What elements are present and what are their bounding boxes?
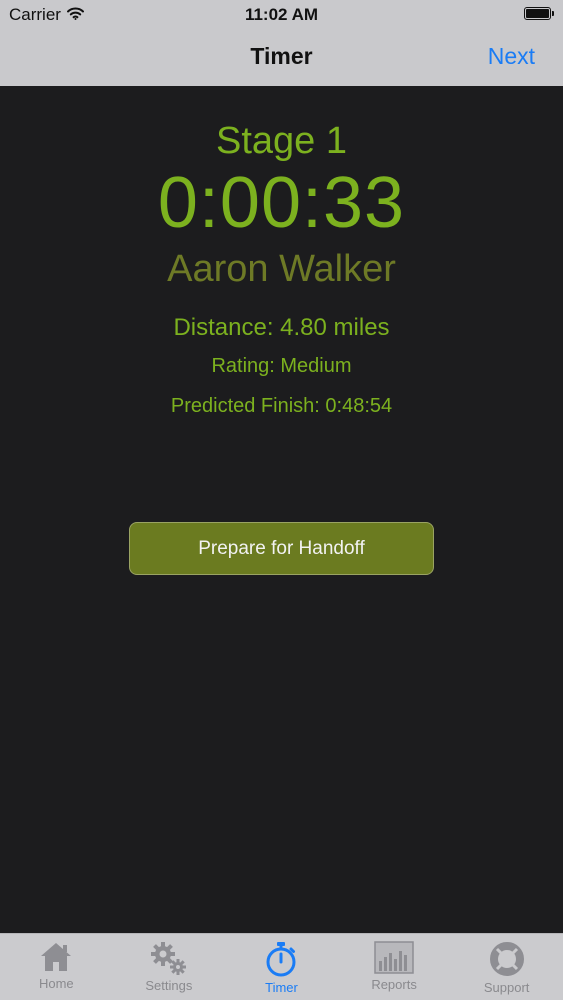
distance-text: Distance: 4.80 miles — [173, 314, 390, 341]
runner-name: Aaron Walker — [167, 248, 396, 290]
tab-label-reports: Reports — [371, 977, 417, 992]
battery-icon — [524, 7, 554, 20]
bar-chart-icon — [374, 941, 414, 974]
tab-home[interactable]: Home — [0, 934, 113, 1000]
rating-text: Rating: Medium — [211, 355, 352, 377]
tab-reports[interactable]: Reports — [338, 934, 451, 1000]
stage-label: Stage 1 — [216, 120, 347, 162]
predicted-finish-text: Predicted Finish: 0:48:54 — [170, 395, 393, 417]
lifebuoy-icon — [489, 942, 524, 976]
tab-bar: Home Settings Timer Reports Support — [0, 933, 563, 1000]
page-title: Timer — [250, 43, 313, 69]
stopwatch-icon — [266, 942, 296, 977]
tab-label-support: Support — [483, 980, 530, 995]
prepare-handoff-button[interactable]: Prepare for Handoff — [129, 522, 434, 575]
tab-settings[interactable]: Settings — [113, 934, 226, 1000]
status-time: 11:02 AM — [244, 5, 319, 24]
status-bar: Carrier 11:02 AM — [0, 0, 563, 30]
timer-panel: Stage 1 0:00:33 Aaron Walker Distance: 4… — [0, 86, 563, 933]
top-header: Carrier 11:02 AM Timer Next — [0, 0, 563, 86]
tab-label-settings: Settings — [145, 978, 193, 993]
tab-timer[interactable]: Timer — [225, 934, 338, 1000]
home-icon — [41, 943, 72, 971]
gears-icon — [150, 942, 186, 975]
tab-label-timer: Timer — [265, 980, 298, 995]
navigation-bar: Timer Next — [0, 30, 563, 86]
tab-support[interactable]: Support — [450, 934, 563, 1000]
tab-label-home: Home — [38, 976, 74, 991]
elapsed-time: 0:00:33 — [157, 163, 406, 243]
next-button[interactable]: Next — [488, 43, 535, 70]
